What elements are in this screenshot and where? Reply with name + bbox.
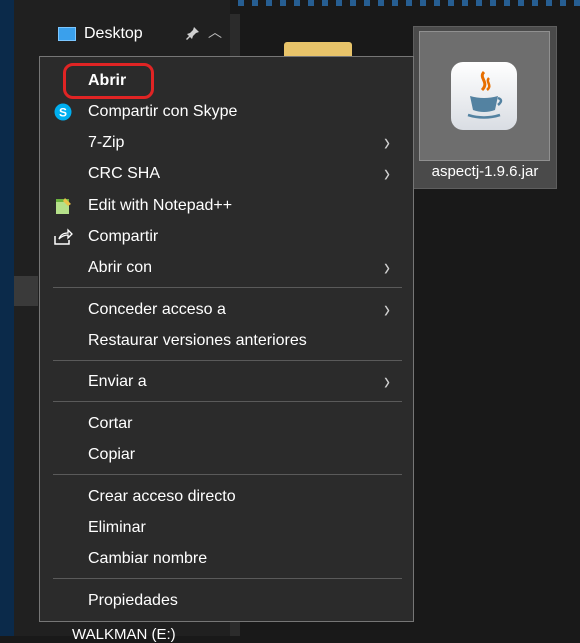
java-jar-icon	[451, 62, 517, 130]
menu-item-label: Edit with Notepad++	[88, 196, 233, 214]
desktop-icon	[58, 27, 76, 41]
chevron-right-icon: ›	[384, 366, 390, 395]
svg-text:S: S	[59, 105, 67, 119]
menu-item-restore-versions[interactable]: Restaurar versiones anteriores	[40, 325, 413, 356]
pin-icon[interactable]	[186, 26, 202, 42]
chevron-right-icon: ›	[384, 158, 390, 187]
menu-item-share[interactable]: Compartir	[40, 221, 413, 252]
menu-item-label: CRC SHA	[88, 164, 161, 182]
menu-item-crc-sha[interactable]: CRC SHA ›	[40, 158, 413, 189]
menu-item-send-to[interactable]: Enviar a ›	[40, 366, 413, 397]
menu-item-share-skype[interactable]: S Compartir con Skype	[40, 96, 413, 127]
menu-item-label: Cortar	[88, 414, 133, 432]
menu-item-cut[interactable]: Cortar	[40, 408, 413, 439]
menu-item-label: Enviar a	[88, 372, 147, 390]
menu-item-delete[interactable]: Eliminar	[40, 512, 413, 543]
menu-separator	[53, 401, 402, 402]
menu-item-label: 7-Zip	[88, 133, 125, 151]
chevron-up-icon[interactable]: ︿	[208, 22, 222, 42]
file-name-label[interactable]: aspectj-1.9.6.jar	[413, 163, 557, 180]
menu-item-label: Propiedades	[88, 591, 178, 609]
menu-item-open-with[interactable]: Abrir con ›	[40, 252, 413, 283]
menu-item-notepad[interactable]: Edit with Notepad++	[40, 190, 413, 221]
menu-separator	[53, 360, 402, 361]
menu-separator	[53, 578, 402, 579]
annotation-highlight-ring	[63, 63, 154, 99]
chevron-right-icon: ›	[384, 127, 390, 156]
nav-item-label: Desktop	[84, 25, 143, 42]
chevron-right-icon: ›	[384, 294, 390, 323]
chevron-right-icon: ›	[384, 252, 390, 281]
menu-separator	[53, 474, 402, 475]
menu-item-label: Crear acceso directo	[88, 487, 236, 505]
share-icon	[52, 226, 74, 248]
context-menu: Abrir S Compartir con Skype 7-Zip › CRC …	[39, 56, 414, 622]
menu-item-label: Restaurar versiones anteriores	[88, 331, 307, 349]
menu-item-7zip[interactable]: 7-Zip ›	[40, 127, 413, 158]
menu-item-label: Eliminar	[88, 518, 146, 536]
menu-item-label: Abrir con	[88, 258, 153, 276]
menu-item-copy[interactable]: Copiar	[40, 439, 413, 470]
menu-item-label: Copiar	[88, 445, 136, 463]
menu-item-rename[interactable]: Cambiar nombre	[40, 543, 413, 574]
menu-item-grant-access[interactable]: Conceder acceso a ›	[40, 294, 413, 325]
menu-item-label: Compartir con Skype	[88, 102, 238, 120]
nav-selection-marker	[14, 276, 38, 306]
menu-item-create-shortcut[interactable]: Crear acceso directo	[40, 481, 413, 512]
skype-icon: S	[52, 101, 74, 123]
window-edge	[0, 0, 14, 636]
nav-item-desktop[interactable]: Desktop	[58, 22, 143, 46]
menu-item-label: Compartir	[88, 227, 159, 245]
menu-separator	[53, 287, 402, 288]
notepad-plus-plus-icon	[52, 195, 74, 217]
nav-item-drive[interactable]: WALKMAN (E:)	[72, 626, 176, 643]
menu-item-label: Cambiar nombre	[88, 549, 208, 567]
menu-item-label: Conceder acceso a	[88, 300, 226, 318]
menu-item-properties[interactable]: Propiedades	[40, 585, 413, 616]
